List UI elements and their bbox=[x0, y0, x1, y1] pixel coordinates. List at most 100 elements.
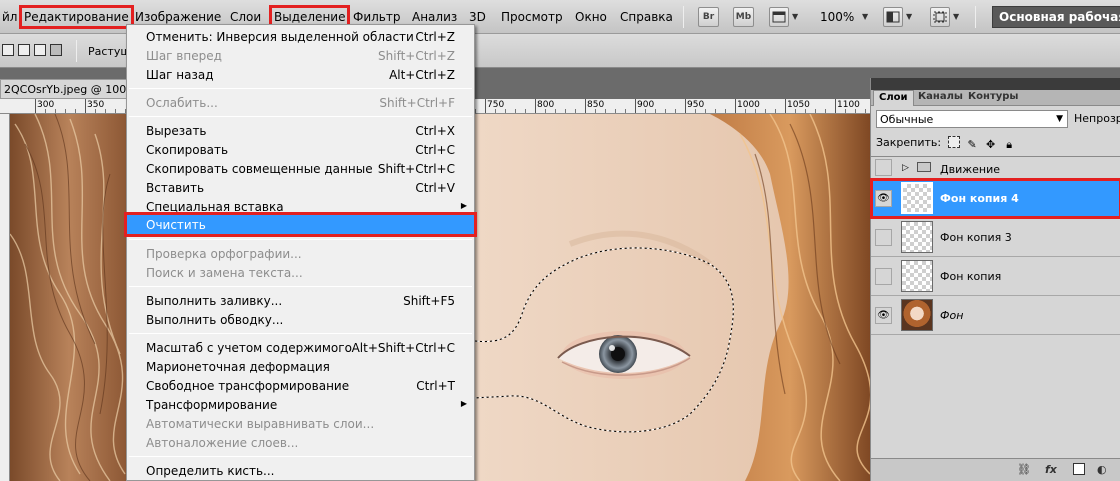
screen-mode-dropdown-icon[interactable]: ▼ bbox=[953, 12, 959, 21]
eye-icon[interactable]: 👁︎ bbox=[875, 190, 892, 207]
ruler-major-tick bbox=[835, 99, 836, 113]
menubar-separator bbox=[683, 6, 684, 28]
add-mask-icon[interactable] bbox=[1073, 463, 1085, 475]
lock-all-icon[interactable]: 🔒︎ bbox=[1003, 138, 1015, 151]
visibility-toggle[interactable] bbox=[875, 268, 892, 285]
menu-item: Автоналожение слоев... bbox=[127, 433, 474, 452]
ruler-tick-label: 1050 bbox=[787, 100, 810, 110]
menu-filter[interactable]: Фильтр bbox=[353, 10, 400, 24]
layer-name: Фон копия 3 bbox=[940, 231, 1012, 244]
expand-triangle-icon[interactable]: ▷ bbox=[902, 163, 909, 173]
menu-edit[interactable]: Редактирование bbox=[19, 5, 134, 29]
folder-icon bbox=[917, 162, 931, 172]
panel-header-strip bbox=[871, 78, 1120, 90]
menu-item[interactable]: Вставить Ctrl+V bbox=[127, 178, 474, 197]
tab-layers[interactable]: Слои bbox=[873, 90, 914, 106]
menu-item[interactable]: Свободное трансформирование Ctrl+T bbox=[127, 376, 474, 395]
menu-item[interactable]: Шаг назад Alt+Ctrl+Z bbox=[127, 65, 474, 84]
new-selection-icon[interactable] bbox=[2, 44, 14, 56]
menu-item-clear-highlighted[interactable]: Очистить bbox=[124, 212, 477, 237]
link-layers-icon[interactable]: ⛓︎ bbox=[1017, 463, 1031, 476]
lock-position-icon[interactable]: ✥ bbox=[985, 138, 997, 151]
menu-item[interactable]: Вырезать Ctrl+X bbox=[127, 121, 474, 140]
ruler-major-tick bbox=[535, 99, 536, 113]
visibility-toggle[interactable] bbox=[875, 159, 892, 176]
menu-file-partial[interactable]: йл bbox=[2, 10, 17, 24]
menu-view[interactable]: Просмотр bbox=[501, 10, 563, 24]
layer-row-selected[interactable]: 👁︎ Фон копия 4 bbox=[870, 178, 1120, 219]
menu-item[interactable]: Скопировать Ctrl+C bbox=[127, 140, 474, 159]
menu-layers[interactable]: Слои bbox=[230, 10, 261, 24]
menu-item[interactable]: Специальная вставка ▶ bbox=[127, 197, 474, 216]
tab-channels[interactable]: Каналы bbox=[913, 90, 968, 106]
layer-row[interactable]: Фон копия bbox=[871, 257, 1120, 296]
menu-item-shortcut: Ctrl+Z bbox=[415, 30, 455, 44]
menu-item-shortcut: Alt+Ctrl+Z bbox=[389, 68, 455, 82]
eye-icon[interactable]: 👁︎ bbox=[875, 307, 892, 324]
minibridge-button[interactable]: Mb bbox=[733, 7, 754, 27]
fx-icon[interactable]: fx bbox=[1045, 463, 1057, 476]
ruler-major-tick bbox=[35, 99, 36, 113]
menu-3d[interactable]: 3D bbox=[469, 10, 486, 24]
visibility-toggle[interactable] bbox=[875, 229, 892, 246]
layer-group-row[interactable]: ▷ Движение bbox=[871, 157, 1120, 179]
layer-thumbnail bbox=[901, 221, 933, 253]
menu-item[interactable]: Марионеточная деформация bbox=[127, 357, 474, 376]
menu-item-label: Марионеточная деформация bbox=[146, 360, 330, 374]
zoom-level[interactable]: 100% bbox=[820, 10, 854, 24]
menu-item-label: Шаг вперед bbox=[146, 49, 222, 63]
screen-mode-button[interactable] bbox=[930, 7, 950, 27]
menu-item-shortcut: Shift+Ctrl+F bbox=[379, 96, 455, 110]
bridge-button[interactable]: Br bbox=[698, 7, 719, 27]
menu-help[interactable]: Справка bbox=[620, 10, 673, 24]
arrange-documents-button[interactable] bbox=[883, 7, 903, 27]
menu-item-label: Вставить bbox=[146, 181, 205, 195]
menu-item[interactable]: Выполнить обводку... bbox=[127, 310, 474, 329]
menu-item-shortcut: Ctrl+V bbox=[415, 181, 455, 195]
add-to-selection-icon[interactable] bbox=[18, 44, 30, 56]
ruler-major-tick bbox=[785, 99, 786, 113]
menu-item[interactable]: Определить кисть... bbox=[127, 461, 474, 480]
arrange-dropdown-icon[interactable]: ▼ bbox=[906, 12, 912, 21]
document-tab[interactable]: 2QCOsrYb.jpeg @ 100% bbox=[0, 79, 130, 99]
adjustment-layer-icon[interactable]: ◐ bbox=[1097, 463, 1107, 476]
submenu-arrow-icon: ▶ bbox=[460, 201, 467, 210]
menu-item-shortcut: Shift+Ctrl+Z bbox=[378, 49, 455, 63]
intersect-selection-icon[interactable] bbox=[50, 44, 62, 56]
lock-brush-icon[interactable]: ✎ bbox=[966, 138, 978, 151]
layer-row[interactable]: Фон копия 3 bbox=[871, 218, 1120, 257]
menu-item-shortcut: Shift+F5 bbox=[403, 294, 455, 308]
menu-item[interactable]: Скопировать совмещенные данные Shift+Ctrl… bbox=[127, 159, 474, 178]
menu-item[interactable]: Масштаб с учетом содержимого Alt+Shift+Ct… bbox=[127, 338, 474, 357]
menu-item-shortcut: Alt+Shift+Ctrl+C bbox=[351, 341, 455, 355]
menu-item[interactable]: Трансформирование ▶ bbox=[127, 395, 474, 414]
lock-label: Закрепить: bbox=[876, 136, 942, 149]
tab-paths[interactable]: Контуры bbox=[963, 90, 1023, 106]
layer-row-background[interactable]: 👁︎ Фон bbox=[871, 296, 1120, 335]
subtract-selection-icon[interactable] bbox=[34, 44, 46, 56]
menu-item: Шаг вперед Shift+Ctrl+Z bbox=[127, 46, 474, 65]
menu-item-shortcut: Shift+Ctrl+C bbox=[377, 162, 455, 176]
layer-name: Фон bbox=[940, 309, 964, 322]
layer-thumbnail bbox=[901, 182, 933, 214]
ruler-major-tick bbox=[685, 99, 686, 113]
menu-item[interactable]: Отменить: Инверсия выделенной области Ctr… bbox=[127, 27, 474, 46]
menu-item-shortcut: Ctrl+T bbox=[416, 379, 455, 393]
bridge-label: Br bbox=[702, 12, 715, 22]
menu-item: Автоматически выравнивать слои... bbox=[127, 414, 474, 433]
menu-image[interactable]: Изображение bbox=[135, 10, 221, 24]
menu-select[interactable]: Выделение bbox=[268, 5, 351, 29]
vertical-ruler[interactable] bbox=[0, 114, 10, 481]
zoom-dropdown-icon[interactable]: ▼ bbox=[862, 12, 868, 21]
menu-item-label: Трансформирование bbox=[146, 398, 278, 412]
extras-button[interactable] bbox=[769, 7, 789, 27]
extras-dropdown-icon[interactable]: ▼ bbox=[792, 12, 798, 21]
menu-item: Ослабить... Shift+Ctrl+F bbox=[127, 93, 474, 112]
menu-analysis[interactable]: Анализ bbox=[412, 10, 457, 24]
menu-item[interactable]: Выполнить заливку... Shift+F5 bbox=[127, 291, 474, 310]
workspace-switcher[interactable]: Основная рабочая ср bbox=[992, 6, 1120, 28]
ruler-major-tick bbox=[485, 99, 486, 113]
lock-transparency-icon[interactable] bbox=[947, 136, 960, 148]
menu-window[interactable]: Окно bbox=[575, 10, 607, 24]
blend-mode-select[interactable]: Обычные ▼ bbox=[876, 110, 1068, 128]
